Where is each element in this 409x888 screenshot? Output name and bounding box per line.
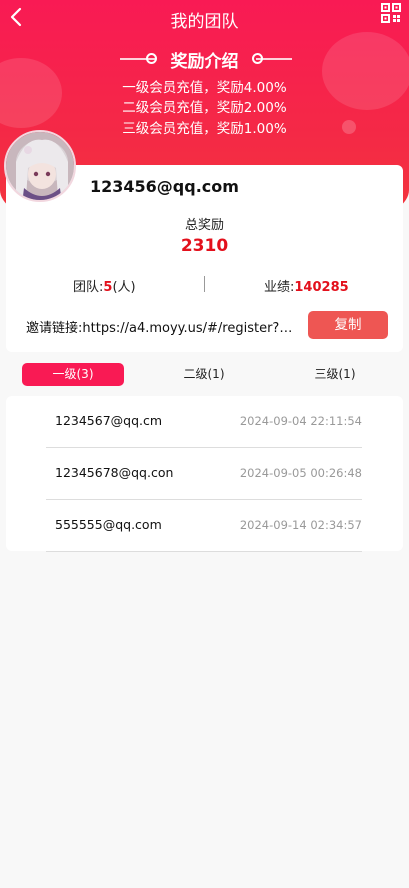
reward-line: 一级会员充值，奖励4.00% [122,80,287,96]
total-reward-label: 总奖励 [184,218,224,233]
total-reward-value: 2310 [180,236,229,256]
stat-divider [204,276,205,292]
reward-line: 二级会员充值，奖励2.00% [122,100,287,116]
list-item[interactable]: 1234567@qq.cm 2024-09-04 22:11:54 [46,396,362,448]
team-count-stat: 团队:5(人) [73,276,136,295]
team-count-unit: (人) [112,280,136,295]
reward-heading: 奖励介绍 [170,52,239,72]
member-join-time: 2024-09-04 22:11:54 [239,414,362,428]
user-email: 123456@qq.com [90,177,239,196]
list-item[interactable]: 12345678@qq.con 2024-09-05 00:26:48 [46,448,362,500]
heading-decor-line [256,58,292,60]
copy-button[interactable]: 复制 [308,311,388,339]
page-title: 我的团队 [170,12,239,32]
member-join-time: 2024-09-14 02:34:57 [239,518,362,532]
tab-level-1[interactable]: 一级(3) [22,363,124,386]
list-item[interactable]: 555555@qq.com 2024-09-14 02:34:57 [46,500,362,552]
member-join-time: 2024-09-05 00:26:48 [239,466,362,480]
performance-label: 业绩: [264,280,295,295]
team-count-label: 团队: [73,280,104,295]
performance-value: 140285 [294,280,349,295]
qr-code-icon[interactable] [381,3,401,23]
performance-stat: 业绩:140285 [264,276,349,295]
member-list: 1234567@qq.cm 2024-09-04 22:11:54 123456… [6,396,403,552]
member-email: 555555@qq.com [55,517,162,532]
reward-line: 三级会员充值，奖励1.00% [122,121,287,137]
avatar [4,130,76,202]
invite-link-text: 邀请链接:https://a4.moyy.us/#/register?m=... [26,321,304,336]
tab-level-2[interactable]: 二级(1) [153,363,255,386]
tab-level-3[interactable]: 三级(1) [284,363,386,386]
member-email: 1234567@qq.cm [55,413,163,428]
member-email: 12345678@qq.con [55,465,174,480]
